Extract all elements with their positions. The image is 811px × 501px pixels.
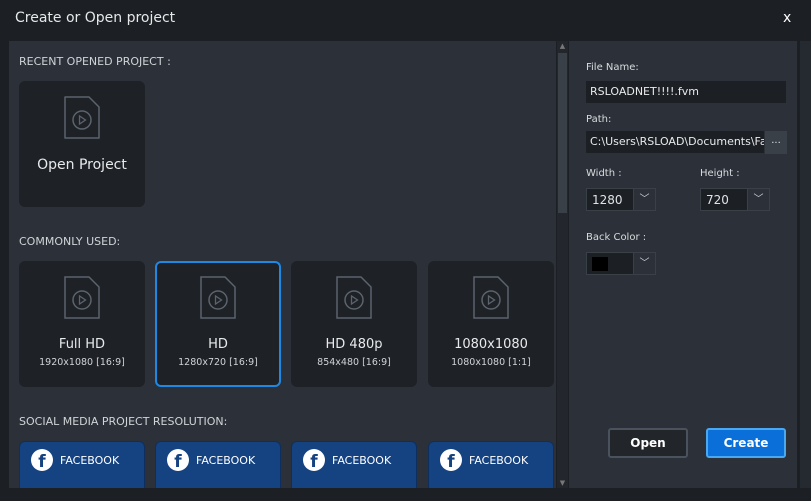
- preset-resolution: 1080x1080 [1:1]: [451, 357, 531, 368]
- video-file-icon: [200, 276, 236, 319]
- color-swatch: [592, 257, 608, 271]
- facebook-label: FACEBOOK: [469, 454, 529, 467]
- width-select[interactable]: 1280 ﹀: [586, 188, 656, 211]
- open-project-card[interactable]: Open Project: [19, 81, 145, 207]
- back-color-select[interactable]: ﹀: [586, 252, 656, 275]
- preset-resolution: 1280x720 [16:9]: [178, 357, 258, 368]
- height-select[interactable]: 720 ﹀: [700, 188, 770, 211]
- video-file-icon: [336, 276, 372, 319]
- path-label: Path:: [586, 114, 612, 125]
- preset-name: Full HD: [58, 337, 106, 352]
- width-label: Width :: [586, 168, 622, 179]
- scroll-up-icon[interactable]: ▲: [557, 42, 568, 50]
- width-value: 1280: [592, 193, 623, 207]
- chevron-down-icon: ﹀: [633, 189, 655, 210]
- preset-name: HD 480p: [325, 337, 383, 352]
- chevron-down-icon: ﹀: [747, 189, 769, 210]
- height-label: Height :: [700, 168, 740, 179]
- file-name-label: File Name:: [586, 62, 639, 73]
- facebook-icon: f: [167, 449, 189, 471]
- open-project-label: Open Project: [37, 157, 127, 173]
- dialog-title: Create or Open project: [15, 10, 176, 26]
- social-heading: SOCIAL MEDIA PROJECT RESOLUTION:: [19, 415, 228, 428]
- facebook-icon: f: [440, 449, 462, 471]
- browse-button[interactable]: ...: [765, 131, 787, 154]
- facebook-card[interactable]: f FACEBOOK: [19, 441, 145, 488]
- project-settings-panel: File Name: RSLOADNET!!!!.fvm Path: C:\Us…: [569, 41, 797, 488]
- height-value: 720: [706, 193, 729, 207]
- create-button[interactable]: Create: [706, 428, 786, 458]
- preset-name: 1080x1080: [454, 337, 528, 352]
- facebook-icon: f: [31, 449, 53, 471]
- close-button[interactable]: x: [783, 10, 791, 26]
- background-window-edge: [800, 41, 811, 488]
- facebook-label: FACEBOOK: [332, 454, 392, 467]
- project-list-panel: RECENT OPENED PROJECT : Open Project COM…: [9, 41, 556, 488]
- preset-card[interactable]: 1080x1080 1080x1080 [1:1]: [428, 261, 554, 387]
- preset-card[interactable]: Full HD 1920x1080 [16:9]: [19, 261, 145, 387]
- preset-resolution: 854x480 [16:9]: [317, 357, 391, 368]
- video-file-icon: [64, 96, 100, 139]
- path-input[interactable]: C:\Users\RSLOAD\Documents\Fa: [586, 131, 764, 153]
- file-name-input[interactable]: RSLOADNET!!!!.fvm: [586, 81, 786, 103]
- preset-resolution: 1920x1080 [16:9]: [39, 357, 125, 368]
- back-color-label: Back Color :: [586, 232, 647, 243]
- video-file-icon: [64, 276, 100, 319]
- facebook-card[interactable]: f FACEBOOK: [155, 441, 281, 488]
- vertical-scrollbar[interactable]: ▲ ▼: [557, 41, 568, 488]
- scrollbar-thumb[interactable]: [558, 53, 567, 213]
- video-file-icon: [473, 276, 509, 319]
- facebook-card[interactable]: f FACEBOOK: [428, 441, 554, 488]
- scroll-down-icon[interactable]: ▼: [557, 479, 568, 487]
- facebook-label: FACEBOOK: [60, 454, 120, 467]
- facebook-label: FACEBOOK: [196, 454, 256, 467]
- common-heading: COMMONLY USED:: [19, 235, 121, 248]
- facebook-icon: f: [303, 449, 325, 471]
- preset-card[interactable]: HD 480p 854x480 [16:9]: [291, 261, 417, 387]
- chevron-down-icon: ﹀: [633, 253, 655, 274]
- preset-card-selected[interactable]: HD 1280x720 [16:9]: [155, 261, 281, 387]
- facebook-card[interactable]: f FACEBOOK: [291, 441, 417, 488]
- recent-heading: RECENT OPENED PROJECT :: [19, 55, 171, 68]
- preset-name: HD: [208, 337, 228, 352]
- open-button[interactable]: Open: [608, 428, 688, 458]
